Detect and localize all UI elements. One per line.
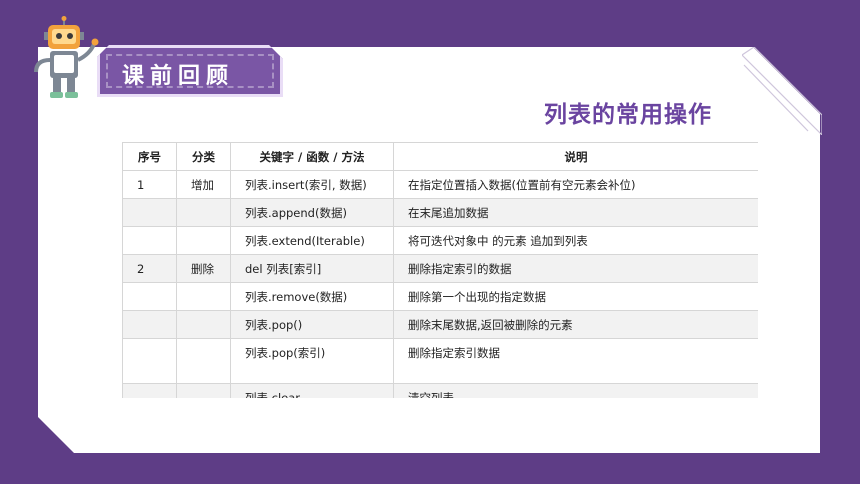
banner-title: 课前回顾 (122, 64, 235, 89)
cell-description: 删除指定索引的数据 (393, 254, 758, 283)
cell-description: 在末尾追加数据 (393, 198, 758, 227)
table-row: 列表.pop() 删除末尾数据,返回被删除的元素 (122, 310, 758, 339)
cell-keyword: 列表.pop(索引) (230, 338, 394, 384)
section-banner: 课前回顾 (97, 45, 283, 97)
cell-description: 将可迭代对象中 的元素 追加到列表 (393, 226, 758, 255)
cell-index (122, 226, 177, 255)
cell-keyword: del 列表[索引] (230, 254, 394, 283)
table-row: 列表.remove(数据) 删除第一个出现的指定数据 (122, 282, 758, 311)
header-index: 序号 (122, 142, 177, 171)
table-row: 列表.clear 清空列表 (122, 383, 758, 398)
operations-table-container: 序号 分类 关键字 / 函数 / 方法 说明 1 增加 列表.insert(索引… (122, 142, 758, 398)
operations-table: 序号 分类 关键字 / 函数 / 方法 说明 1 增加 列表.insert(索引… (122, 142, 758, 398)
cell-keyword: 列表.append(数据) (230, 198, 394, 227)
cell-category (176, 383, 231, 398)
header-description: 说明 (393, 142, 758, 171)
cell-index (122, 383, 177, 398)
header-category: 分类 (176, 142, 231, 171)
page-fold-decoration (742, 47, 822, 135)
cell-category (176, 282, 231, 311)
cell-index (122, 198, 177, 227)
cell-description: 在指定位置插入数据(位置前有空元素会补位) (393, 170, 758, 199)
table-row: 2 删除 del 列表[索引] 删除指定索引的数据 (122, 254, 758, 283)
cell-description: 删除第一个出现的指定数据 (393, 282, 758, 311)
table-header-row: 序号 分类 关键字 / 函数 / 方法 说明 (122, 142, 758, 171)
cell-category (176, 226, 231, 255)
robot-icon (34, 16, 99, 98)
cell-keyword: 列表.clear (230, 383, 394, 398)
cell-keyword: 列表.extend(Iterable) (230, 226, 394, 255)
header-keyword: 关键字 / 函数 / 方法 (230, 142, 394, 171)
cell-index (122, 282, 177, 311)
cell-description: 清空列表 (393, 383, 758, 398)
table-row: 1 增加 列表.insert(索引, 数据) 在指定位置插入数据(位置前有空元素… (122, 170, 758, 199)
table-row: 列表.append(数据) 在末尾追加数据 (122, 198, 758, 227)
page-title: 列表的常用操作 (544, 102, 712, 128)
cell-index (122, 338, 177, 384)
cell-category (176, 198, 231, 227)
cell-index: 2 (122, 254, 177, 283)
cell-description: 删除指定索引数据 (393, 338, 758, 384)
cell-keyword: 列表.remove(数据) (230, 282, 394, 311)
table-row: 列表.extend(Iterable) 将可迭代对象中 的元素 追加到列表 (122, 226, 758, 255)
cell-category (176, 338, 231, 384)
cell-keyword: 列表.insert(索引, 数据) (230, 170, 394, 199)
cell-index: 1 (122, 170, 177, 199)
cell-index (122, 310, 177, 339)
cell-category: 增加 (176, 170, 231, 199)
cell-keyword: 列表.pop() (230, 310, 394, 339)
cell-description: 删除末尾数据,返回被删除的元素 (393, 310, 758, 339)
cell-category: 删除 (176, 254, 231, 283)
cell-category (176, 310, 231, 339)
table-row: 列表.pop(索引) 删除指定索引数据 (122, 338, 758, 384)
